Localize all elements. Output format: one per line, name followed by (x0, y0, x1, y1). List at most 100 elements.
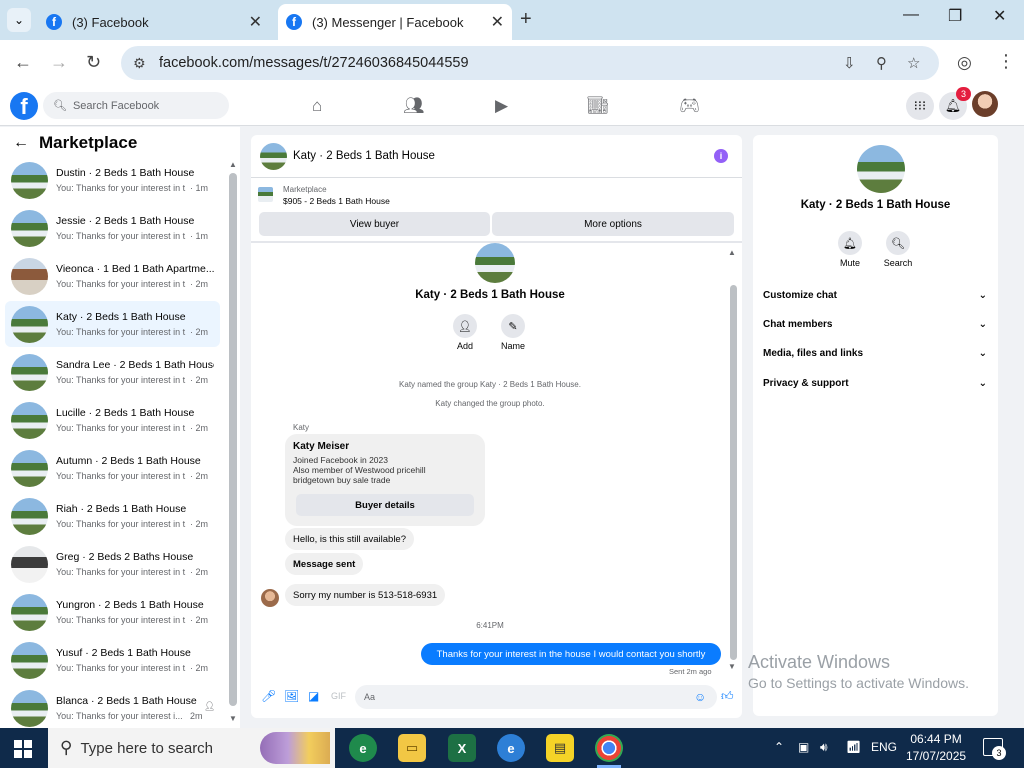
view-buyer-button[interactable]: View buyer (259, 212, 490, 236)
section-media-files[interactable]: Media, files and links ⌄ (763, 348, 987, 359)
mute-bell-icon[interactable]: 🔔︎ (838, 231, 862, 255)
message-input[interactable]: Aa (355, 685, 717, 709)
composer: 🎤︎ 🖼︎ ◪ GIF Aa ☺ 👍︎ (251, 685, 742, 711)
tab-facebook[interactable]: f (3) Facebook ✕ (38, 4, 270, 40)
listing-thumbnail (11, 449, 48, 487)
group-name: Katy · 2 Beds 1 Bath House (415, 289, 565, 301)
file-explorer-icon[interactable]: ▭ (398, 734, 426, 762)
scroll-up-icon[interactable]: ▲ (229, 160, 237, 169)
browser-menu-icon[interactable]: ⋮ (997, 51, 1015, 72)
listing-thumbnail (11, 545, 48, 583)
conversation-item[interactable]: Jessie · 2 Beds 1 Bath House You: Thanks … (5, 205, 220, 251)
volume-icon[interactable]: 🔊︎ (820, 740, 828, 755)
bookmark-star-icon[interactable]: ☆ (907, 54, 920, 72)
details-panel: Katy · 2 Beds 1 Bath House 🔔︎ Mute 🔍︎ Se… (753, 135, 998, 716)
edge-icon[interactable]: e (349, 734, 377, 762)
conversation-item[interactable]: Riah · 2 Beds 1 Bath House You: Thanks fo… (5, 493, 220, 539)
back-icon[interactable]: ← (14, 52, 32, 73)
facebook-logo-icon[interactable]: f (10, 92, 38, 120)
message-bubble: Sorry my number is 513-518-6931 (285, 584, 446, 606)
taskbar-search[interactable]: ⚲ Type here to search (48, 728, 335, 768)
reload-icon[interactable]: ↻ (86, 52, 101, 73)
search-label: Search (883, 258, 913, 268)
tab-search-chevron-icon[interactable]: ⌄ (7, 8, 31, 32)
account-avatar[interactable] (972, 91, 998, 117)
omnibox[interactable]: ⚙ facebook.com/messages/t/27246036845044… (121, 46, 939, 80)
system-clock[interactable]: 06:44 PM 17/07/2025 (906, 732, 966, 763)
install-app-icon[interactable]: ⇩ (843, 54, 856, 72)
home-icon[interactable]: ⌂ (312, 96, 322, 116)
close-tab-icon[interactable]: ✕ (491, 12, 504, 32)
conversation-item[interactable]: Yusuf · 2 Beds 1 Bath House You: Thanks f… (5, 637, 220, 683)
url-text[interactable]: facebook.com/messages/t/2724603684504455… (159, 55, 469, 71)
emoji-icon[interactable]: ☺ (694, 690, 706, 704)
profile-icon[interactable]: ◎ (957, 53, 972, 73)
conversation-item[interactable]: Sandra Lee · 2 Beds 1 Bath House You: Tha… (5, 349, 220, 395)
close-tab-icon[interactable]: ✕ (249, 12, 262, 32)
chat-scrollbar[interactable] (730, 285, 737, 660)
edit-name-icon[interactable]: ✎ (501, 314, 525, 338)
windows-start-icon[interactable] (14, 740, 32, 758)
restore-icon[interactable]: ❐ (948, 6, 962, 26)
chat-title[interactable]: Katy · 2 Beds 1 Bath House (293, 150, 435, 162)
menu-grid-icon[interactable]: ⁝⁝⁝ (906, 92, 934, 120)
scroll-down-icon[interactable]: ▼ (728, 662, 736, 671)
conversation-time: 2m (190, 711, 203, 721)
conversation-item-active[interactable]: Katy · 2 Beds 1 Bath House You: Thanks fo… (5, 301, 220, 347)
more-options-button[interactable]: More options (492, 212, 734, 236)
thumbs-up-icon[interactable]: 👍︎ (721, 689, 734, 704)
zoom-icon[interactable]: ⚲ (876, 54, 887, 72)
minimize-icon[interactable]: — (903, 6, 919, 24)
photo-icon[interactable]: 🖼︎ (284, 689, 299, 703)
conversation-item[interactable]: Lucille · 2 Beds 1 Bath House You: Thanks… (5, 397, 220, 443)
sidebar-scrollbar[interactable] (229, 173, 237, 706)
buyer-details-button[interactable]: Buyer details (296, 494, 474, 516)
conversation-time: · 2m (190, 615, 208, 625)
conversation-item[interactable]: Autumn · 2 Beds 1 Bath House You: Thanks … (5, 445, 220, 491)
facebook-search[interactable]: 🔍︎ Search Facebook (43, 92, 229, 119)
forward-icon[interactable]: → (50, 52, 68, 73)
sticker-icon[interactable]: ◪ (308, 689, 319, 703)
chrome-icon[interactable] (595, 734, 623, 768)
scroll-down-icon[interactable]: ▼ (229, 714, 237, 723)
language-indicator[interactable]: ENG (871, 740, 897, 754)
conversation-item[interactable]: Yungron · 2 Beds 1 Bath House You: Thanks… (5, 589, 220, 635)
scroll-up-icon[interactable]: ▲ (728, 248, 736, 257)
info-icon[interactable]: i (714, 149, 728, 163)
notification-count-badge: 3 (992, 746, 1006, 760)
tab-messenger[interactable]: f (3) Messenger | Facebook ✕ (278, 4, 512, 40)
sticky-notes-icon[interactable]: ▤ (546, 734, 574, 762)
conversation-name: Riah · 2 Beds 1 Bath House (56, 503, 187, 515)
excel-icon[interactable]: X (448, 734, 476, 762)
microphone-icon[interactable]: 🎤︎ (261, 689, 276, 703)
gif-icon[interactable]: GIF (331, 691, 346, 701)
conversation-snippet: You: Thanks for your interest in t... (56, 663, 186, 673)
chat-photo[interactable] (260, 142, 287, 170)
marketplace-icon[interactable]: 🏬︎ (587, 96, 609, 116)
search-icon[interactable]: 🔍︎ (886, 231, 910, 255)
name-label: Name (500, 341, 525, 351)
conversation-item[interactable]: Dustin · 2 Beds 1 Bath House You: Thanks … (5, 157, 220, 203)
watermark-line: Go to Settings to activate Windows. (748, 675, 969, 691)
tray-chevron-up-icon[interactable]: ⌃ (774, 740, 784, 754)
back-arrow-icon[interactable]: ← (13, 134, 29, 152)
close-window-icon[interactable]: ✕ (993, 6, 1006, 26)
video-icon[interactable]: ▶ (495, 96, 508, 116)
friends-icon[interactable]: 👥︎ (403, 96, 425, 116)
new-tab-icon[interactable]: + (520, 8, 532, 31)
section-customize-chat[interactable]: Customize chat ⌄ (763, 290, 987, 301)
conversation-item[interactable]: Greg · 2 Beds 2 Baths House You: Thanks f… (5, 541, 220, 587)
edge-beta-icon[interactable]: e (497, 734, 525, 762)
group-photo (475, 243, 515, 283)
add-people-icon[interactable]: 👤︎ (453, 314, 477, 338)
section-privacy-support[interactable]: Privacy & support ⌄ (763, 378, 987, 389)
marketplace-listing[interactable]: Marketplace $905 - 2 Beds 1 Bath House (258, 185, 390, 206)
conversation-time: · 2m (190, 375, 208, 385)
site-settings-icon[interactable]: ⚙ (133, 55, 149, 72)
section-chat-members[interactable]: Chat members ⌄ (763, 319, 987, 330)
meet-now-icon[interactable]: ▣ (798, 740, 809, 754)
conversation-item[interactable]: Blanca · 2 Beds 1 Bath House You: Thanks … (5, 685, 220, 731)
conversation-item[interactable]: Vieonca · 1 Bed 1 Bath Apartme... You: Th… (5, 253, 220, 299)
network-icon[interactable]: 📶︎ (846, 740, 861, 754)
gaming-icon[interactable]: 🎮︎ (679, 96, 701, 116)
